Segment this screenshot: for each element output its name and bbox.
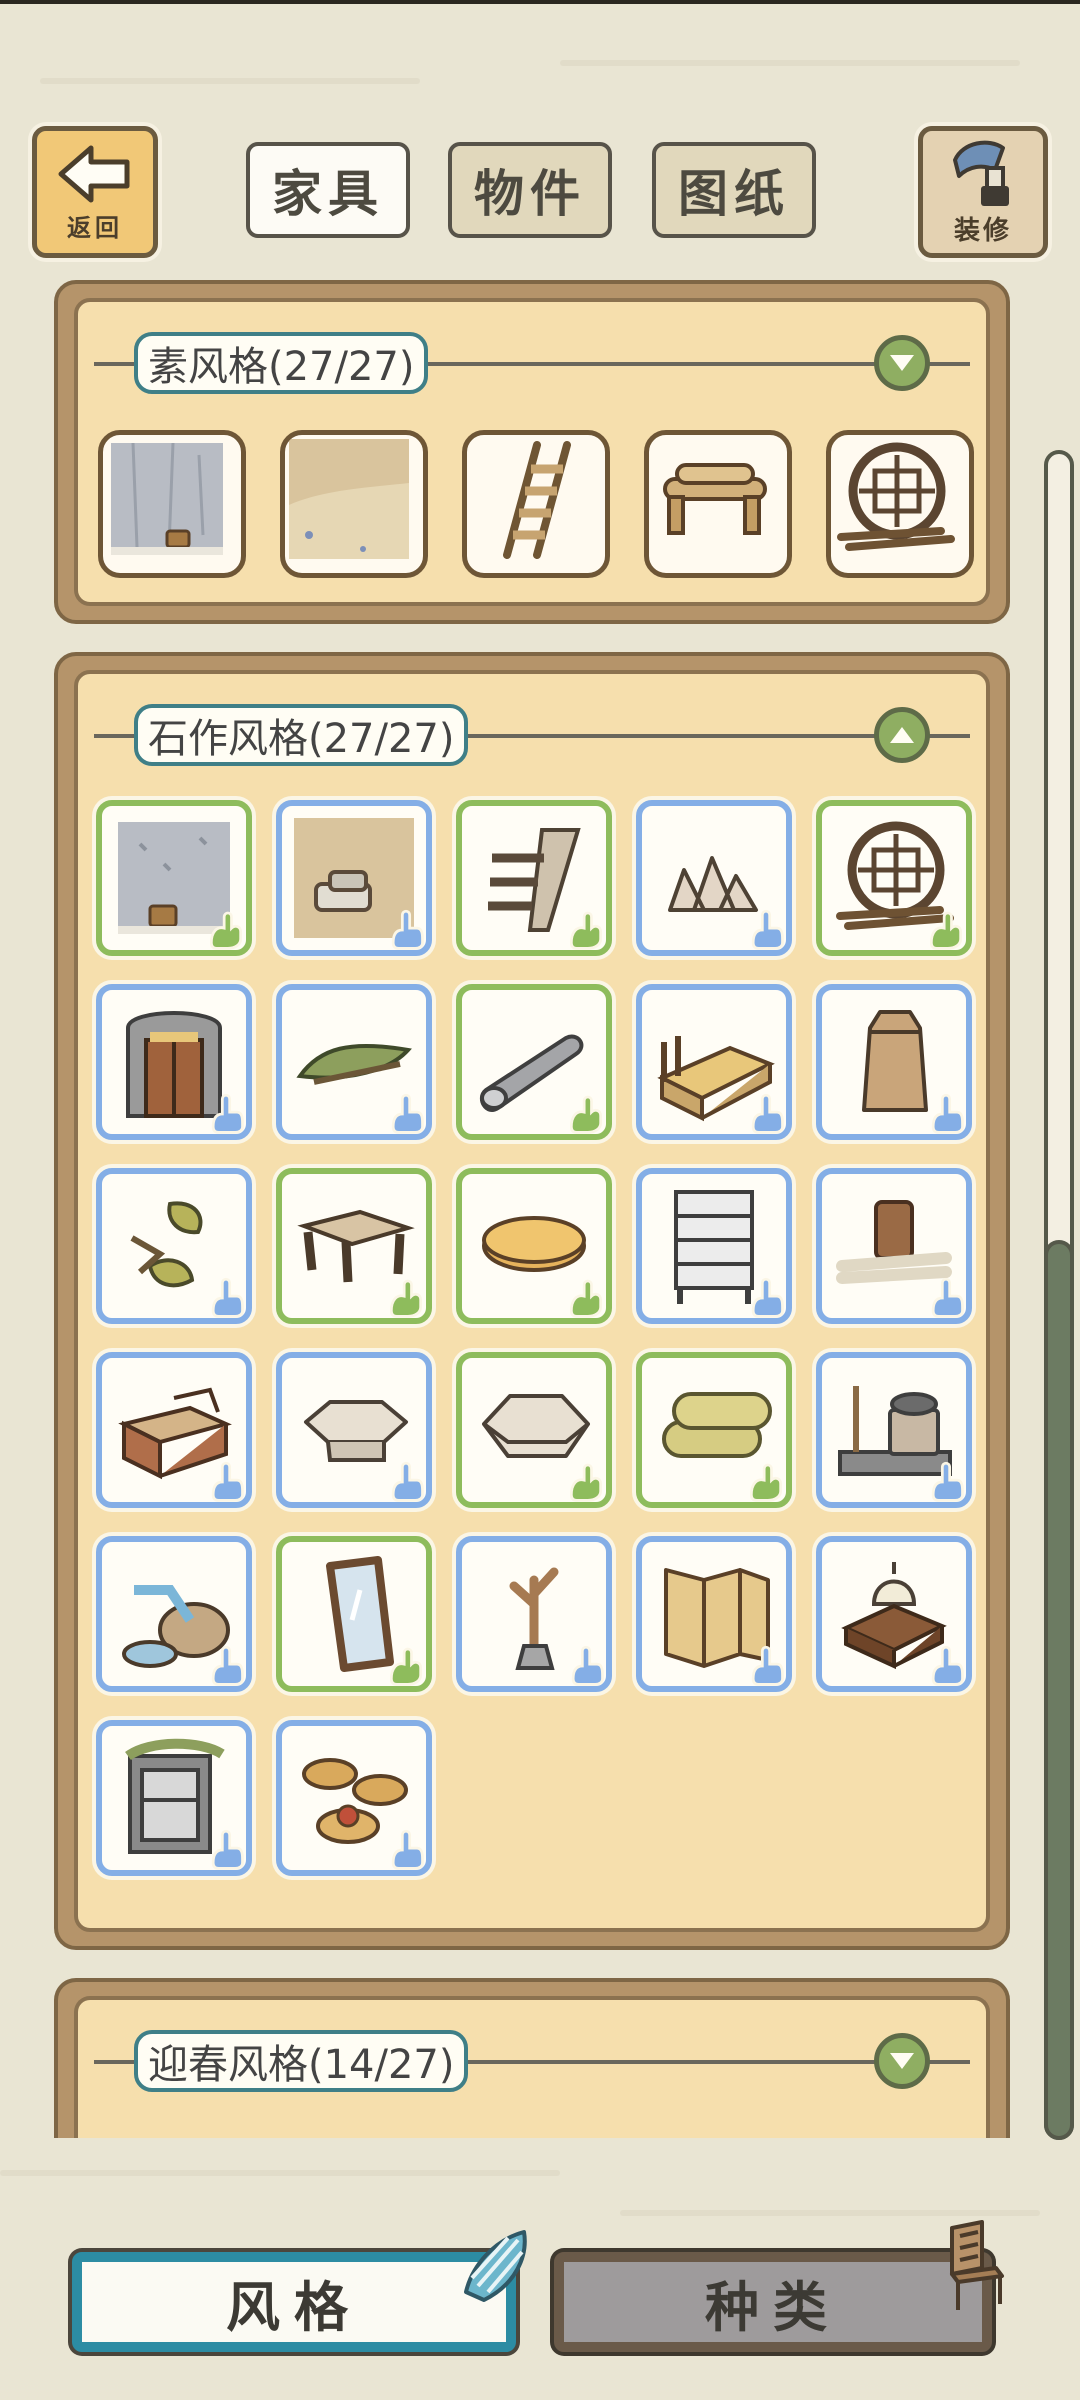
furniture-item[interactable] (276, 800, 432, 956)
furniture-item[interactable] (96, 1720, 252, 1876)
furniture-item[interactable] (636, 1536, 792, 1692)
hand-badge-icon (211, 1645, 244, 1686)
furniture-item[interactable] (456, 984, 612, 1140)
section-plain-style-body: 素风格(27/27) (74, 298, 990, 606)
frog-hand-badge-icon (569, 1279, 603, 1318)
furniture-item[interactable] (636, 984, 792, 1140)
ladder-icon (503, 441, 571, 559)
furniture-item[interactable] (96, 984, 252, 1140)
frog-hand-badge-icon (569, 1095, 603, 1134)
furniture-item[interactable] (636, 1168, 792, 1324)
section-stone-style-body: 石作风格(27/27) (74, 670, 990, 1932)
category-button[interactable]: 种类 (554, 2252, 992, 2352)
shell-icon (464, 2230, 527, 2302)
furniture-item[interactable] (96, 1536, 252, 1692)
furniture-item[interactable] (456, 1168, 612, 1324)
style-label: 风格 (226, 2275, 362, 2339)
section-spring-style: 迎春风格(14/27) (54, 1978, 1010, 2138)
furniture-item[interactable] (276, 1352, 432, 1508)
floor-icon (289, 439, 409, 559)
frog-hand-badge-icon (389, 1647, 423, 1686)
hand-badge-icon (391, 1461, 424, 1502)
paint-roller-icon (953, 140, 1009, 206)
frog-hand-badge-icon (749, 1463, 783, 1502)
furniture-item[interactable] (816, 800, 972, 956)
item-log-bench[interactable] (644, 430, 792, 578)
furniture-item[interactable] (456, 1536, 612, 1692)
decorate-label: 装修 (953, 215, 1012, 246)
hand-badge-icon (211, 1461, 244, 1502)
furniture-item[interactable] (96, 1352, 252, 1508)
back-button[interactable]: 返回 (32, 126, 158, 258)
background-streak (0, 2170, 560, 2176)
item-ladder[interactable] (462, 430, 610, 578)
furniture-item[interactable] (96, 1168, 252, 1324)
furniture-item[interactable] (96, 800, 252, 956)
back-arrow-icon (58, 145, 130, 202)
frog-hand-badge-icon (569, 1463, 603, 1502)
tab-furniture[interactable]: 家具 (246, 142, 410, 238)
item-wall[interactable] (98, 430, 246, 578)
top-edge (0, 0, 1080, 4)
furniture-item[interactable] (816, 1352, 972, 1508)
tab-blueprints[interactable]: 图纸 (652, 142, 816, 238)
hand-badge-icon (211, 1277, 244, 1318)
frog-hand-badge-icon (929, 911, 963, 950)
furniture-item[interactable] (276, 984, 432, 1140)
section-plain-style: 素风格(27/27) (54, 280, 1010, 624)
furniture-item[interactable] (636, 1352, 792, 1508)
furniture-item[interactable] (456, 1352, 612, 1508)
hand-badge-icon (751, 1093, 784, 1134)
furniture-item[interactable] (816, 1536, 972, 1692)
tab-objects[interactable]: 物件 (448, 142, 612, 238)
round-window-icon (837, 442, 955, 551)
section-title[interactable]: 石作风格(27/27) (134, 704, 469, 766)
hand-badge-icon (751, 1645, 784, 1686)
hand-badge-icon (751, 909, 784, 950)
hand-badge-icon (391, 909, 424, 950)
chevron-down-icon[interactable] (874, 335, 930, 391)
furniture-item[interactable] (456, 800, 612, 956)
chevron-down-icon[interactable] (874, 2033, 930, 2089)
decorate-button[interactable]: 装修 (918, 126, 1048, 258)
furniture-item[interactable] (816, 1168, 972, 1324)
hand-badge-icon (211, 1829, 244, 1870)
section-stone-style: 石作风格(27/27) (54, 652, 1010, 1950)
hand-badge-icon (931, 1093, 964, 1134)
category-label: 种类 (705, 2275, 841, 2339)
background-streak (560, 60, 1020, 66)
hand-badge-icon (751, 1277, 784, 1318)
hand-badge-icon (931, 1277, 964, 1318)
furniture-item[interactable] (276, 1168, 432, 1324)
log-bench-icon (663, 463, 767, 535)
wall-icon (111, 442, 223, 555)
item-round-window[interactable] (826, 430, 974, 578)
section-title[interactable]: 迎春风格(14/27) (134, 2030, 469, 2092)
frog-hand-badge-icon (389, 1279, 423, 1318)
chevron-up-icon[interactable] (874, 707, 930, 763)
chair-icon (950, 2220, 1004, 2310)
section-spring-style-body: 迎春风格(14/27) (74, 1996, 990, 2138)
back-label: 返回 (67, 213, 123, 242)
item-floor[interactable] (280, 430, 428, 578)
frog-hand-badge-icon (209, 911, 243, 950)
furniture-item[interactable] (276, 1720, 432, 1876)
background-streak (40, 78, 420, 84)
section-title[interactable]: 素风格(27/27) (134, 332, 429, 394)
hand-badge-icon (391, 1093, 424, 1134)
hand-badge-icon (211, 1093, 244, 1134)
hand-badge-icon (571, 1645, 604, 1686)
scrollbar-thumb[interactable] (1044, 1240, 1074, 2140)
furniture-item[interactable] (276, 1536, 432, 1692)
background-streak (620, 2210, 1040, 2216)
furniture-item[interactable] (636, 800, 792, 956)
style-button[interactable]: 风格 (72, 2252, 516, 2352)
hand-badge-icon (931, 1461, 964, 1502)
hand-badge-icon (391, 1829, 424, 1870)
furniture-item[interactable] (816, 984, 972, 1140)
hand-badge-icon (931, 1645, 964, 1686)
frog-hand-badge-icon (569, 911, 603, 950)
